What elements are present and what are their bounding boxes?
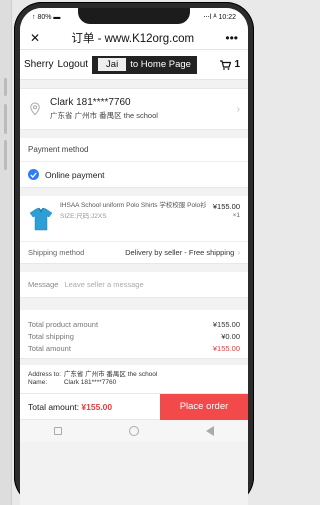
- title-bar: ✕ 订单 - www.K12org.com •••: [20, 26, 248, 50]
- recipient-name-phone: Clark 181****7760: [50, 97, 131, 108]
- side-rail: [0, 0, 12, 505]
- summary-name-label: Name:: [28, 379, 48, 386]
- order-amount-label: Total amount:: [28, 401, 80, 412]
- total-product-row: Total product amount ¥155.00: [28, 318, 240, 330]
- recipient-address: 广东省 广州市 番禺区 the school: [50, 111, 158, 120]
- order-amount: Total amount: ¥155.00: [20, 402, 160, 412]
- spacer: [20, 130, 248, 138]
- shipping-value: Delivery by seller - Free shipping: [125, 248, 235, 257]
- summary-address-label: Address to:: [28, 371, 61, 378]
- product-price-block: ¥155.00 ×1: [213, 202, 240, 241]
- payment-option-online[interactable]: Online payment: [20, 162, 248, 188]
- total-shipping-label: Total shipping: [28, 331, 74, 341]
- spacer: [20, 264, 248, 272]
- total-product-value: ¥155.00: [212, 319, 240, 329]
- rail-volume-down: [4, 104, 7, 134]
- page-root: ↑ 80% ▬ ⋅⋅⋅l ᴬ 10:22 ✕ 订单 - www.K12org.c…: [0, 0, 254, 505]
- top-nav: Sherry Logout Jai to Home Page 1: [20, 50, 248, 80]
- summary-address-value: 广东省 广州市 番禺区 the school: [63, 371, 158, 378]
- product-sku: SIZE:尺码:J2XS: [60, 213, 107, 220]
- status-left: ↑ 80% ▬: [32, 13, 61, 21]
- home-pill[interactable]: Jai to Home Page: [92, 55, 197, 74]
- summary-name-value: Clark 181****7760: [63, 379, 117, 386]
- recents-icon[interactable]: [53, 427, 62, 435]
- account-name: Jai: [98, 58, 127, 71]
- logout-link[interactable]: Logout: [57, 59, 88, 70]
- summary-name-line: Name: Clark 181****7760: [28, 379, 240, 387]
- close-icon[interactable]: ✕: [30, 31, 40, 45]
- phone-screen: ↑ 80% ▬ ⋅⋅⋅l ᴬ 10:22 ✕ 订单 - www.K12org.c…: [20, 8, 248, 505]
- notch: [78, 8, 190, 24]
- phone-frame: ↑ 80% ▬ ⋅⋅⋅l ᴬ 10:22 ✕ 订单 - www.K12org.c…: [14, 2, 254, 505]
- total-shipping-row: Total shipping ¥0.00: [28, 330, 240, 342]
- summary-address-line: Address to: 广东省 广州市 番禺区 the school: [28, 371, 240, 379]
- order-amount-value: ¥155.00: [81, 401, 113, 412]
- product-title: IHSAA School uniform Polo Shirts 学校校服 Po…: [60, 202, 207, 209]
- totals-block: Total product amount ¥155.00 Total shipp…: [20, 310, 248, 359]
- total-shipping-value: ¥0.00: [221, 331, 240, 341]
- system-nav-bar: [20, 420, 248, 442]
- home-icon[interactable]: [128, 426, 139, 436]
- shipping-label: Shipping method: [28, 248, 85, 257]
- payment-heading: Payment method: [20, 138, 248, 162]
- cart-count: 1: [234, 59, 240, 70]
- page-title: 订单 - www.K12org.com: [71, 32, 195, 45]
- check-circle-icon: [28, 169, 39, 180]
- total-product-label: Total product amount: [28, 319, 99, 329]
- spacer: [20, 188, 248, 196]
- location-icon: [30, 102, 40, 116]
- address-summary: Address to: 广东省 广州市 番禺区 the school Name:…: [20, 365, 248, 394]
- shipping-row[interactable]: Shipping method Delivery by seller - Fre…: [20, 242, 248, 264]
- address-card[interactable]: Clark 181****7760 广东省 广州市 番禺区 the school…: [20, 88, 248, 130]
- polo-shirt-thumbnail: [29, 207, 53, 231]
- user-name: Sherry: [24, 59, 54, 70]
- rail-volume-up: [4, 78, 7, 96]
- rail-side-button: [4, 140, 7, 170]
- spacer: [20, 298, 248, 310]
- product-qty: ×1: [232, 212, 240, 219]
- payment-option-label: Online payment: [45, 169, 105, 180]
- more-icon[interactable]: •••: [225, 31, 238, 45]
- total-amount-value: ¥155.00: [212, 343, 240, 353]
- cart-icon: [220, 59, 232, 70]
- cart-button[interactable]: 1: [220, 59, 244, 70]
- message-label: Message: [28, 280, 59, 289]
- product-price: ¥155.00: [212, 202, 240, 211]
- status-right: ⋅⋅⋅l ᴬ 10:22: [203, 14, 236, 21]
- place-order-button[interactable]: Place order: [160, 393, 248, 420]
- product-info: IHSAA School uniform Polo Shirts 学校校服 Po…: [60, 202, 213, 241]
- message-input[interactable]: Leave seller a message: [64, 280, 143, 289]
- order-action-bar: Total amount: ¥155.00 Place order: [20, 393, 248, 420]
- status-bar: ↑ 80% ▬ ⋅⋅⋅l ᴬ 10:22: [20, 8, 248, 26]
- back-icon[interactable]: [206, 426, 215, 436]
- message-row[interactable]: Message Leave seller a message: [20, 272, 248, 298]
- total-amount-label: Total amount: [28, 343, 71, 353]
- chevron-right-icon: ›: [237, 248, 240, 257]
- spacer: [20, 80, 248, 88]
- total-amount-row: Total amount ¥155.00: [28, 342, 240, 354]
- chevron-right-icon: ›: [236, 103, 240, 115]
- product-row[interactable]: IHSAA School uniform Polo Shirts 学校校服 Po…: [20, 196, 248, 242]
- home-link[interactable]: to Home Page: [130, 59, 191, 70]
- address-info: Clark 181****7760 广东省 广州市 番禺区 the school: [50, 97, 237, 121]
